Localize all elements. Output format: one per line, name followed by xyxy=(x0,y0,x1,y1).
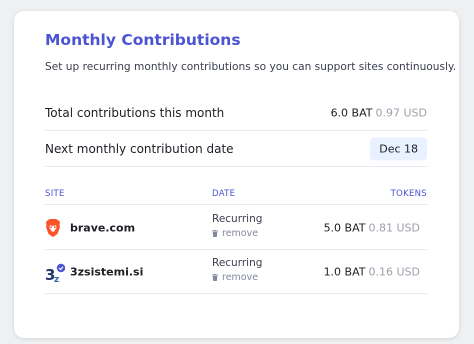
monthly-contributions-card: Monthly Contributions Set up recurring m… xyxy=(14,11,459,338)
card-subtitle: Set up recurring monthly contributions s… xyxy=(45,61,457,73)
trash-icon xyxy=(212,230,218,237)
remove-button[interactable]: remove xyxy=(212,272,258,283)
total-contributions-label: Total contributions this month xyxy=(45,105,225,120)
table-row: brave.com Recurring remove 5.0 BAT 0.81 U… xyxy=(45,206,427,250)
contributions-table-header: SITE DATE TOKENS xyxy=(45,187,427,205)
svg-text:z: z xyxy=(54,275,59,283)
row-usd-amount: 0.16 USD xyxy=(368,265,421,278)
total-contributions-value: 6.0 BAT 0.97 USD xyxy=(331,106,427,119)
column-header-date: DATE xyxy=(212,189,236,199)
column-header-site: SITE xyxy=(45,189,65,199)
next-contribution-row: Next monthly contribution date Dec 18 xyxy=(45,131,427,167)
row-usd-amount: 0.81 USD xyxy=(368,221,421,234)
next-contribution-date-pill: Dec 18 xyxy=(370,137,427,160)
brave-lion-icon xyxy=(45,218,61,237)
recurring-label: Recurring xyxy=(212,257,263,269)
remove-label: remove xyxy=(222,228,259,239)
remove-button[interactable]: remove xyxy=(212,228,258,239)
remove-label: remove xyxy=(222,272,259,283)
tokens-amount: 1.0 BAT 0.16 USD xyxy=(324,265,420,278)
total-bat-amount: 6.0 BAT xyxy=(330,106,373,119)
verified-badge-icon xyxy=(56,263,66,272)
row-bat-amount: 5.0 BAT xyxy=(323,221,366,234)
next-contribution-label: Next monthly contribution date xyxy=(45,141,234,156)
site-link[interactable]: 3zsistemi.si xyxy=(70,265,143,278)
card-title: Monthly Contributions xyxy=(45,31,241,49)
trash-icon xyxy=(212,274,218,281)
row-bat-amount: 1.0 BAT xyxy=(323,265,366,278)
3z-logo-icon: 3 z xyxy=(45,263,66,285)
recurring-label: Recurring xyxy=(212,213,263,225)
table-row: 3 z 3zsistemi.si Recurring remove 1.0 BA… xyxy=(45,250,427,294)
total-usd-amount: 0.97 USD xyxy=(375,106,428,119)
column-header-tokens: TOKENS xyxy=(390,189,427,199)
tokens-amount: 5.0 BAT 0.81 USD xyxy=(324,221,420,234)
total-contributions-row: Total contributions this month 6.0 BAT 0.… xyxy=(45,95,427,131)
site-link[interactable]: brave.com xyxy=(70,221,135,234)
